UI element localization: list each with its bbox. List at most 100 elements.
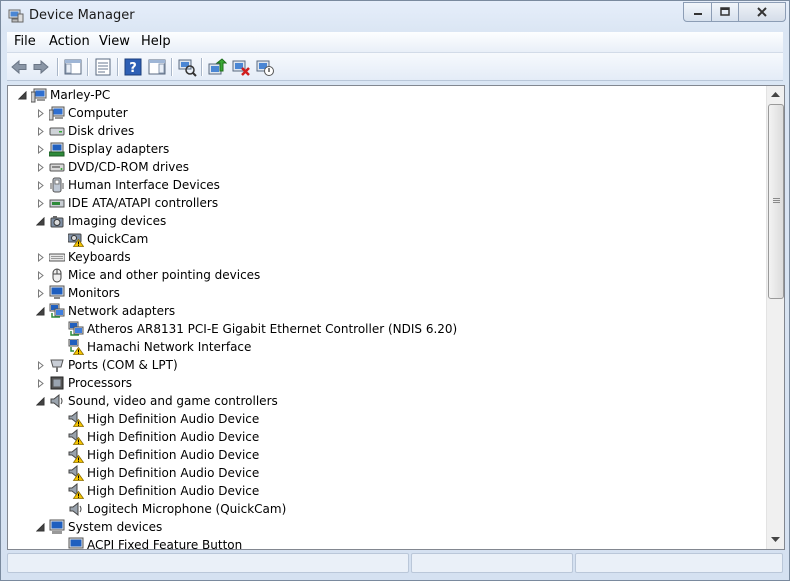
collapse-arrow-icon[interactable] (36, 306, 45, 316)
network-icon (49, 303, 65, 318)
tree-category-node[interactable]: Monitors (36, 284, 120, 302)
status-bar (7, 551, 783, 575)
tree-node-label: High Definition Audio Device (87, 484, 260, 498)
tree-category-node[interactable]: IDE ATA/ATAPI controllers (36, 194, 218, 212)
maximize-button[interactable] (711, 2, 739, 22)
hid-icon (50, 177, 64, 193)
tree-node-label: Processors (68, 376, 133, 390)
speaker-icon (69, 501, 82, 517)
close-button[interactable] (738, 2, 786, 22)
scroll-down-arrow-icon (771, 536, 780, 542)
action-pane-icon (148, 59, 166, 75)
back-button[interactable] (9, 57, 29, 77)
device-tree-pane[interactable]: Marley-PC Computer Disk drives Display adap… (7, 85, 785, 550)
tree-node-label: Display adapters (68, 142, 170, 156)
system-devices-icon (68, 537, 84, 549)
tree-category-node[interactable]: Human Interface Devices (36, 176, 220, 194)
tree-device-node[interactable]: ACPI Fixed Feature Button (55, 536, 242, 549)
tree-category-node[interactable]: Keyboards (36, 248, 131, 266)
tree-device-node[interactable]: High Definition Audio Device (55, 410, 259, 428)
tree-node-label: High Definition Audio Device (87, 466, 260, 480)
device-manager-icon (8, 9, 24, 23)
collapse-arrow-icon[interactable] (36, 216, 45, 226)
tree-node-label: Network adapters (68, 304, 176, 318)
collapse-arrow-icon[interactable] (18, 90, 27, 100)
tree-category-node[interactable]: System devices (36, 518, 162, 536)
expand-arrow-icon[interactable] (36, 288, 45, 298)
show-hide-console-tree-button[interactable] (63, 57, 83, 77)
tree-node-label: Mice and other pointing devices (68, 268, 261, 282)
scroll-down-button[interactable] (767, 531, 784, 548)
menu-file[interactable]: File (14, 34, 36, 49)
tree-node-label: Sound, video and game controllers (68, 394, 278, 408)
update-driver-icon (208, 58, 227, 75)
menu-help[interactable]: Help (141, 34, 171, 49)
collapse-arrow-icon[interactable] (36, 396, 45, 406)
camera-warning-icon (68, 233, 84, 247)
forward-button[interactable] (31, 57, 51, 77)
tree-category-node[interactable]: Computer (36, 104, 128, 122)
tree-device-node[interactable]: High Definition Audio Device (55, 464, 259, 482)
tree-category-node[interactable]: Imaging devices (36, 212, 166, 230)
tree-category-node[interactable]: DVD/CD-ROM drives (36, 158, 189, 176)
tree-category-node[interactable]: Disk drives (36, 122, 134, 140)
tree-node-label: Computer (68, 106, 128, 120)
properties-button[interactable] (93, 57, 113, 77)
expand-arrow-icon[interactable] (36, 126, 45, 136)
expand-arrow-icon[interactable] (36, 108, 45, 118)
scan-hardware-changes-button[interactable] (177, 57, 197, 77)
scroll-thumb[interactable] (768, 104, 784, 299)
expand-arrow-icon[interactable] (36, 162, 45, 172)
help-button[interactable]: ? (123, 57, 143, 77)
tree-node-label: DVD/CD-ROM drives (68, 160, 190, 174)
vertical-scrollbar[interactable] (766, 86, 784, 549)
tree-category-node[interactable]: Mice and other pointing devices (36, 266, 260, 284)
tree-category-node[interactable]: Processors (36, 374, 132, 392)
ide-controller-icon (49, 199, 65, 208)
minimize-button[interactable] (683, 2, 712, 22)
menu-action[interactable]: Action (49, 34, 90, 49)
device-manager-window: Device Manager File Action View Help ? M… (0, 0, 790, 581)
expand-arrow-icon[interactable] (36, 360, 45, 370)
uninstall-button[interactable] (231, 57, 251, 77)
tree-device-node[interactable]: High Definition Audio Device (55, 482, 259, 500)
tree-node-label: Monitors (68, 286, 120, 300)
tree-device-node[interactable]: High Definition Audio Device (55, 446, 259, 464)
expand-arrow-icon[interactable] (36, 270, 45, 280)
tree-category-node[interactable]: Sound, video and game controllers (36, 392, 278, 410)
tree-category-node[interactable]: Ports (COM & LPT) (36, 356, 178, 374)
expand-arrow-icon[interactable] (36, 378, 45, 388)
computer-icon (31, 88, 47, 103)
update-driver-button[interactable] (207, 57, 227, 77)
tree-node-label: High Definition Audio Device (87, 448, 260, 462)
expand-arrow-icon[interactable] (36, 252, 45, 262)
tree-category-node[interactable]: Display adapters (36, 140, 169, 158)
tree-node-label: IDE ATA/ATAPI controllers (68, 196, 219, 210)
show-action-pane-button[interactable] (147, 57, 167, 77)
tree-category-node[interactable]: Network adapters (36, 302, 175, 320)
title-bar[interactable]: Device Manager (1, 1, 789, 31)
restore-icon (720, 7, 730, 16)
tree-node-label: High Definition Audio Device (87, 412, 260, 426)
tree-device-node[interactable]: Hamachi Network Interface (55, 338, 251, 356)
status-segment-2 (411, 553, 573, 573)
collapse-arrow-icon[interactable] (36, 522, 45, 532)
svg-text:?: ? (129, 61, 137, 76)
scroll-up-button[interactable] (767, 86, 784, 103)
tree-root-node[interactable]: Marley-PC (18, 86, 110, 104)
back-arrow-icon (11, 59, 27, 75)
expand-arrow-icon[interactable] (36, 198, 45, 208)
tree-device-node[interactable]: Logitech Microphone (QuickCam) (55, 500, 286, 518)
minimize-icon (693, 13, 702, 15)
mouse-icon (52, 268, 62, 283)
monitor-icon (49, 285, 65, 299)
menu-view[interactable]: View (99, 34, 130, 49)
expand-arrow-icon[interactable] (36, 144, 45, 154)
speaker-warning-icon (68, 483, 84, 499)
tree-device-node[interactable]: QuickCam (55, 230, 148, 248)
expand-arrow-icon[interactable] (36, 180, 45, 190)
tree-device-node[interactable]: High Definition Audio Device (55, 428, 259, 446)
tree-device-node[interactable]: Atheros AR8131 PCI-E Gigabit Ethernet Co… (55, 320, 457, 338)
device-tree[interactable]: Marley-PC Computer Disk drives Display adap… (8, 86, 766, 549)
enable-disable-button[interactable] (255, 57, 275, 77)
